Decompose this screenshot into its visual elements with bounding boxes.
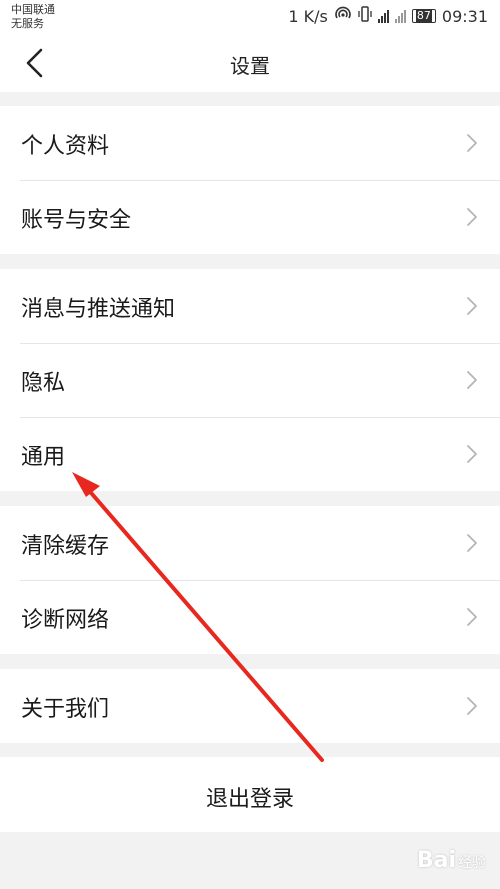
chevron-right-icon (467, 445, 477, 463)
menu-item-clear-cache[interactable]: 清除缓存 (0, 506, 500, 580)
battery-level: 87 (415, 9, 432, 22)
menu-item-label: 账号与安全 (21, 208, 132, 233)
chevron-right-icon (467, 697, 477, 715)
page-title: 设置 (230, 54, 270, 78)
chevron-right-icon (467, 134, 477, 152)
settings-group-about: 关于我们 (0, 669, 500, 743)
settings-group-maintenance: 清除缓存 诊断网络 (0, 506, 500, 654)
watermark-brand: Bai (416, 848, 456, 873)
menu-item-general[interactable]: 通用 (0, 417, 500, 491)
battery-icon: 87 (411, 9, 436, 23)
signal-no-service-icon (394, 9, 406, 23)
menu-item-label: 关于我们 (21, 697, 110, 722)
chevron-right-icon (467, 534, 477, 552)
menu-item-privacy[interactable]: 隐私 (0, 343, 500, 417)
logout-label: 退出登录 (205, 787, 294, 812)
status-icons: 1 K/s 87 09:31 (288, 6, 488, 26)
carrier-name: 中国联通 (11, 3, 55, 16)
menu-item-label: 隐私 (21, 371, 66, 396)
menu-item-label: 个人资料 (21, 134, 110, 159)
chevron-right-icon (467, 208, 477, 226)
menu-item-label: 消息与推送通知 (21, 297, 176, 322)
chevron-right-icon (467, 371, 477, 389)
watermark-suffix: 经验 (458, 855, 486, 871)
menu-item-network-diagnosis[interactable]: 诊断网络 (0, 580, 500, 654)
menu-item-label: 清除缓存 (21, 534, 110, 559)
settings-group-general: 消息与推送通知 隐私 通用 (0, 269, 500, 491)
clock: 09:31 (441, 6, 488, 26)
menu-item-about-us[interactable]: 关于我们 (0, 669, 500, 743)
carrier-info: 中国联通 无服务 (11, 3, 55, 31)
settings-group-profile: 个人资料 账号与安全 (0, 106, 500, 254)
chevron-right-icon (467, 608, 477, 626)
signal-4g-icon (377, 9, 389, 23)
nav-bar: 设置 (0, 34, 500, 92)
menu-item-profile[interactable]: 个人资料 (0, 106, 500, 180)
logout-button[interactable]: 退出登录 (0, 757, 500, 832)
net-speed: 1 K/s (288, 6, 328, 26)
vibrate-icon (358, 6, 372, 26)
menu-item-label: 诊断网络 (21, 608, 110, 633)
menu-item-account-security[interactable]: 账号与安全 (0, 180, 500, 254)
hotspot-icon (334, 6, 352, 26)
menu-item-label: 通用 (21, 445, 66, 470)
status-bar: 中国联通 无服务 1 K/s 87 09:31 (0, 0, 500, 34)
menu-item-notifications[interactable]: 消息与推送通知 (0, 269, 500, 343)
service-status: 无服务 (11, 17, 44, 30)
watermark-logo: Bai 经验 (417, 848, 486, 873)
chevron-right-icon (467, 297, 477, 315)
